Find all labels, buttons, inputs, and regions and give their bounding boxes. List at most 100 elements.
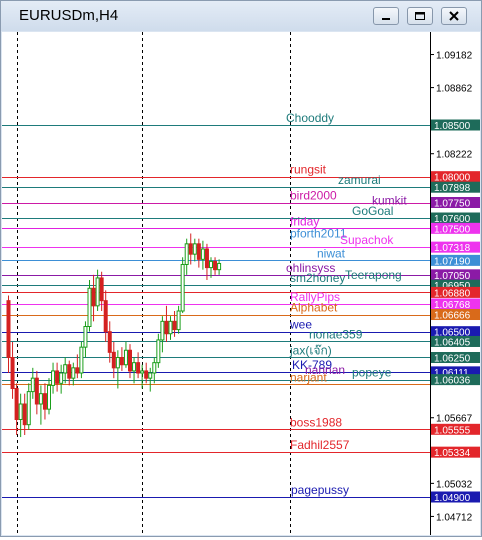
y-tick-label: 1.08222 [436, 150, 473, 161]
candle-body [63, 364, 68, 374]
candle-body [140, 370, 145, 374]
candle-body [26, 391, 31, 426]
y-tick-label: 1.05667 [436, 414, 473, 425]
y-tick-label: 1.05032 [436, 479, 473, 490]
maximize-button[interactable] [407, 7, 433, 25]
level-name-label: niwat [317, 246, 346, 260]
candle-body [128, 349, 132, 372]
candle-body [6, 300, 11, 358]
candle-body [196, 243, 201, 260]
candle-body [14, 388, 19, 420]
candle-body [164, 320, 169, 335]
level-name-label: Fadhil2557 [290, 438, 350, 452]
candle-body [10, 357, 15, 389]
chart-canvas[interactable]: 1.09182 1.08862 1.08222 1.05667 1.05032 1.047… [2, 32, 480, 535]
candle-body [91, 287, 96, 307]
price-badge-label: 1.06405 [434, 337, 471, 348]
level-name-label: jax(เจ๊ก) [289, 344, 332, 358]
candle-body [75, 367, 80, 374]
level-name-label: boss1988 [290, 415, 342, 429]
price-badge-label: 1.06036 [434, 376, 471, 387]
candle-body [18, 403, 23, 420]
candle-body [156, 339, 161, 364]
close-icon [449, 11, 459, 21]
candle-body [83, 326, 88, 348]
price-badge-label: 1.06250 [434, 354, 471, 365]
title-bar[interactable]: EURUSDm,H4 [1, 1, 481, 31]
candle-body [123, 349, 128, 366]
candle-body [172, 320, 177, 331]
candle-body [59, 372, 64, 384]
candle-body [160, 320, 165, 341]
level-name-label: Teerapong [345, 268, 402, 282]
candle-body [30, 377, 35, 393]
price-badge-label: 1.06880 [434, 288, 471, 299]
price-badge-label: 1.07318 [434, 243, 471, 254]
maximize-icon [415, 12, 425, 20]
candle-body [200, 248, 205, 260]
candle-body [22, 403, 27, 426]
candle-body [217, 262, 222, 271]
level-name-label: zamurai [338, 173, 381, 187]
price-badge-label: 1.07750 [434, 199, 471, 210]
candle-body [55, 370, 60, 384]
candle-body [144, 370, 149, 379]
price-badge-label: 1.04900 [434, 493, 471, 504]
close-button[interactable] [441, 7, 467, 25]
level-name-label: Alphabet [290, 301, 338, 315]
y-tick-label: 1.08862 [436, 84, 473, 95]
candle-body [192, 243, 197, 255]
price-badge-label: 1.07500 [434, 224, 471, 235]
chart-window: EURUSDm,H4 1.09182 1.08862 1.08222 1.05667 1… [0, 0, 482, 537]
price-chart[interactable]: 1.09182 1.08862 1.08222 1.05667 1.05032 1.047… [2, 32, 480, 535]
candle-body [107, 331, 112, 353]
candle-body [67, 364, 72, 379]
candle-body [204, 248, 209, 269]
price-badge-label: 1.08500 [434, 121, 471, 132]
level-name-label: popeye [352, 366, 392, 380]
candle-body [115, 357, 120, 369]
candle-body [176, 310, 181, 331]
candle-body [168, 320, 173, 335]
candle-body [119, 357, 124, 366]
candle-body [111, 351, 116, 369]
candle-body [38, 393, 43, 405]
minimize-button[interactable] [373, 7, 399, 25]
level-name-label: rungsit [290, 163, 327, 177]
minimize-icon [382, 18, 390, 20]
price-badge-label: 1.05334 [434, 448, 471, 459]
candle-body [95, 277, 100, 307]
candle-body [152, 362, 157, 374]
level-name-label: nonae359 [309, 327, 363, 341]
candle-body [209, 260, 213, 269]
y-tick-label: 1.04712 [436, 512, 473, 523]
price-badge-label: 1.07898 [434, 183, 471, 194]
candle-body [184, 243, 189, 265]
candle-body [99, 277, 104, 302]
candle-body [148, 372, 153, 379]
candle-body [51, 370, 56, 386]
candle-body [34, 377, 39, 405]
level-name-label: GoGoal [352, 204, 393, 218]
level-name-label: pagepussy [291, 483, 349, 497]
level-name-label: narjant [290, 370, 327, 384]
candle-body [87, 287, 92, 327]
candle-body [47, 384, 51, 410]
candle-body [213, 260, 218, 271]
candle-body [103, 300, 108, 333]
window-title: EURUSDm,H4 [19, 7, 119, 24]
candle-body [79, 346, 84, 374]
candle-body [132, 362, 137, 372]
level-name-label: Chooddy [286, 111, 334, 125]
level-name-label: Supachok [340, 233, 394, 247]
candle-body [42, 393, 47, 410]
candle-body [180, 264, 185, 312]
candle-body [71, 367, 76, 379]
price-badge-label: 1.07190 [434, 256, 471, 267]
price-badge-label: 1.06666 [434, 311, 471, 322]
candle-body [136, 362, 141, 374]
level-name-label: bird2000 [290, 189, 337, 203]
level-name-label: pforth2011 [290, 227, 347, 241]
candle-body [188, 243, 193, 255]
price-badge-label: 1.05555 [434, 425, 471, 436]
